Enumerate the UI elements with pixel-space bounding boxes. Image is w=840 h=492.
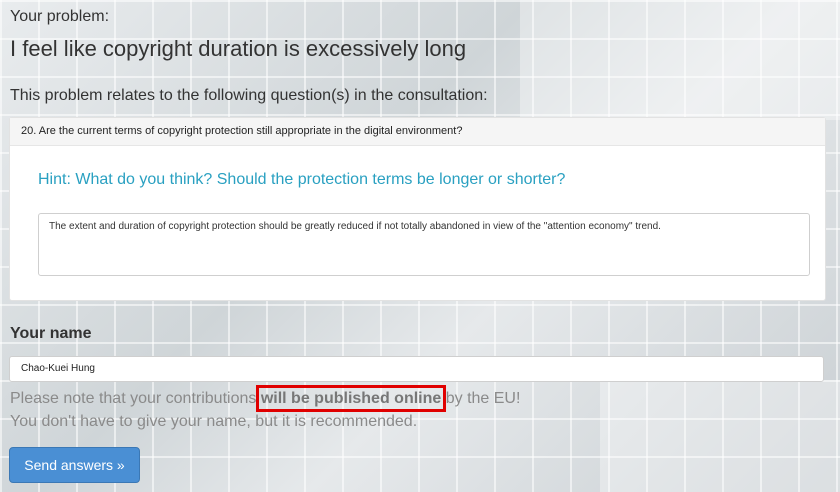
question-hint: Hint: What do you think? Should the prot… [38, 171, 566, 188]
name-label: Your name [10, 325, 92, 342]
name-input[interactable]: Chao-Kuei Hung [9, 356, 824, 382]
question-panel: 20. Are the current terms of copyright p… [9, 117, 826, 301]
background-decoration [600, 380, 840, 492]
page: Your problem: I feel like copyright dura… [0, 0, 840, 492]
problem-caption: Your problem: [10, 8, 110, 25]
answer-textarea[interactable]: The extent and duration of copyright pro… [38, 213, 810, 276]
background-decoration [520, 0, 840, 120]
publication-note-end: by the EU! [441, 390, 521, 407]
problem-title: I feel like copyright duration is excess… [10, 36, 467, 61]
send-answers-button[interactable]: Send answers » [9, 447, 140, 483]
name-recommendation-note: You don't have to give your name, but it… [10, 413, 418, 430]
publication-note: Please note that your contributions will… [10, 385, 521, 412]
question-heading: 20. Are the current terms of copyright p… [10, 118, 825, 146]
publication-note-start: Please note that your contributions [10, 390, 261, 407]
published-online-emphasis: will be published online [255, 385, 447, 412]
related-questions-intro: This problem relates to the following qu… [10, 87, 488, 104]
